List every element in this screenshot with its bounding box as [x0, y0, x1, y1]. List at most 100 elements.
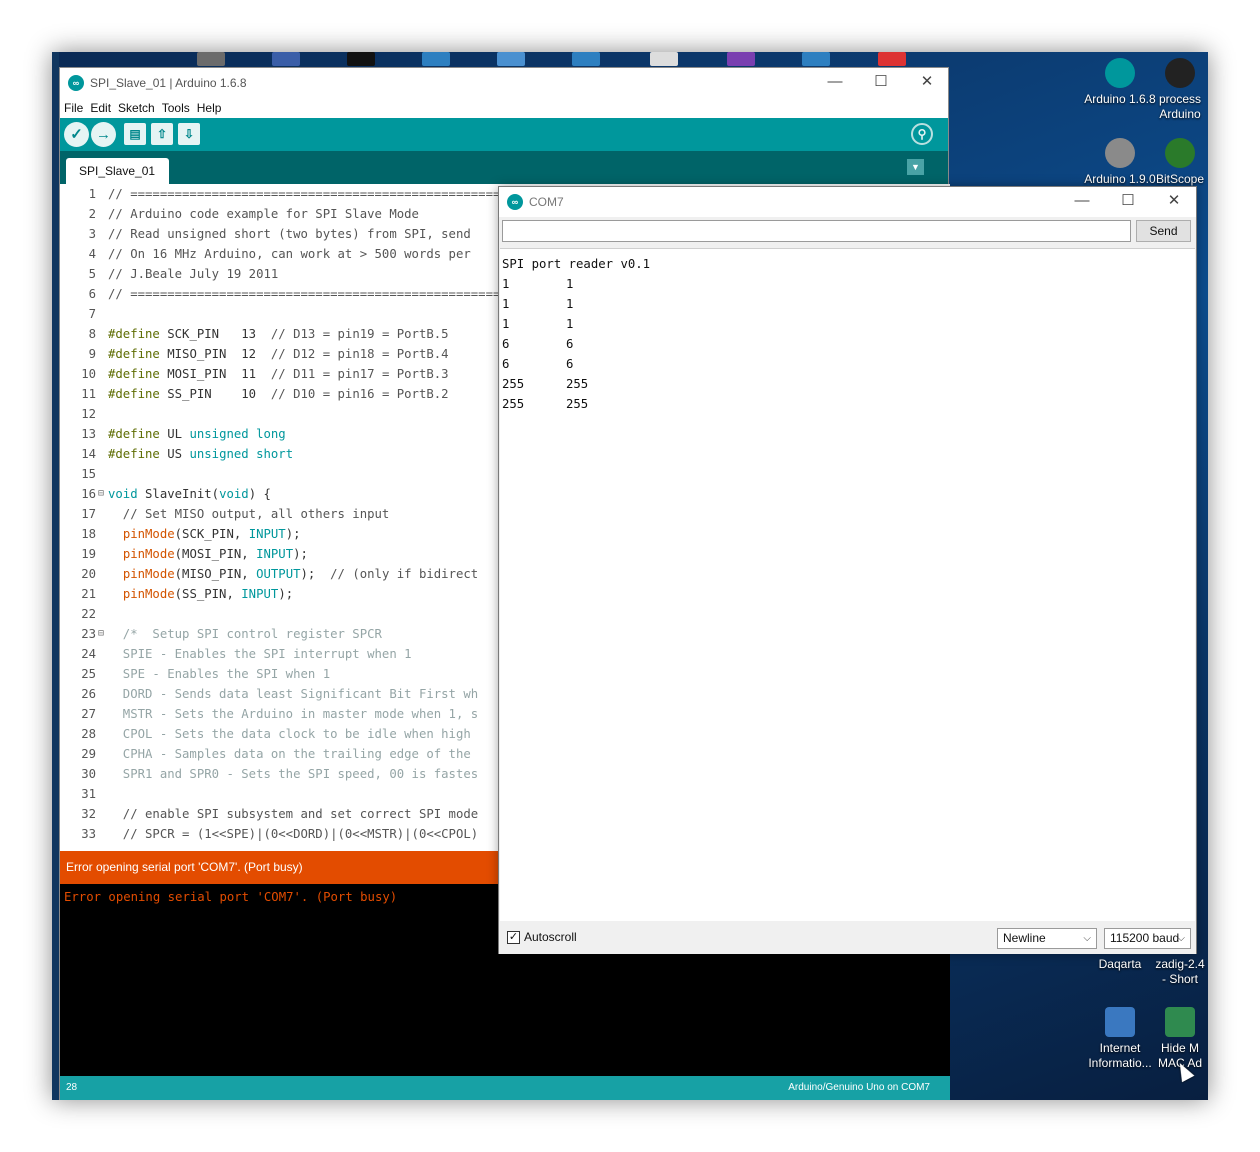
- menu-help[interactable]: Help: [197, 101, 222, 115]
- fold-toggle-icon: [98, 184, 108, 204]
- line-number: 18: [81, 527, 96, 541]
- code-token: MSTR - Sets the Arduino in master mode w…: [108, 707, 479, 721]
- code-token: ) {: [248, 487, 271, 501]
- desktop-icon-bitscope[interactable]: BitScope: [1152, 138, 1208, 187]
- serial-monitor-window: ∞ COM7 — ☐ ✕ Send SPI port reader v0.1 1…: [498, 186, 1197, 954]
- menu-tools[interactable]: Tools: [162, 101, 190, 115]
- desktop-icon-arduino-190[interactable]: Arduino 1.9.0: [1082, 138, 1158, 187]
- taskbar-app-icon[interactable]: [802, 52, 830, 66]
- fold-toggle-icon: [98, 824, 108, 844]
- fold-toggle-icon: [98, 604, 108, 624]
- send-button[interactable]: Send: [1136, 220, 1191, 242]
- taskbar-app-icon[interactable]: [727, 52, 755, 66]
- desktop-icon-zadig[interactable]: zadig-2.4 - Short: [1152, 957, 1208, 987]
- code-token: void: [219, 487, 249, 501]
- serial-send-input[interactable]: [502, 220, 1131, 242]
- desktop-icon-daqarta[interactable]: Daqarta: [1082, 957, 1158, 972]
- serial-output[interactable]: SPI port reader v0.1 1 1 1 1 1 1 6 6 6 6 255 255 255…: [500, 248, 1195, 921]
- desktop-icon-label: Arduino 1.6.8: [1084, 92, 1156, 106]
- code-token: INPUT: [248, 527, 286, 541]
- minimize-button[interactable]: —: [812, 68, 858, 97]
- line-ending-select[interactable]: Newline ⌵: [997, 928, 1097, 949]
- desktop-icon-label: Arduino 1.9.0: [1084, 172, 1156, 186]
- code-token: CPOL - Sets the data clock to be idle wh…: [108, 727, 471, 741]
- menu-sketch[interactable]: Sketch: [118, 101, 155, 115]
- line-number: 27: [81, 707, 96, 721]
- desktop-icon-label: BitScope: [1155, 172, 1205, 186]
- new-sketch-button[interactable]: ▤: [124, 123, 146, 145]
- fold-toggle-icon: [98, 724, 108, 744]
- serial-value-1: 6: [502, 337, 510, 351]
- code-token: // Arduino code example for SPI Slave Mo…: [108, 207, 419, 221]
- serial-header-text: SPI port reader v0.1: [502, 257, 651, 271]
- code-token: (MISO_PIN,: [174, 567, 257, 581]
- line-number: 20: [81, 567, 96, 581]
- send-row: Send: [499, 217, 1196, 247]
- line-number: 11: [81, 387, 96, 401]
- taskbar-app-icon[interactable]: [878, 52, 906, 66]
- desktop-icon-internet-information[interactable]: Internet Informatio...: [1082, 1007, 1158, 1071]
- code-token: MISO_PIN 12: [159, 347, 271, 361]
- taskbar-app-icon[interactable]: [572, 52, 600, 66]
- serial-value-1: 6: [502, 357, 510, 371]
- code-token: unsigned long: [189, 427, 286, 441]
- line-number: 25: [81, 667, 96, 681]
- upload-button[interactable]: →: [91, 122, 116, 147]
- line-number: 4: [88, 247, 96, 261]
- code-token: SlaveInit(: [137, 487, 220, 501]
- serial-monitor-button[interactable]: ⚲: [911, 123, 933, 145]
- line-number: 5: [88, 267, 96, 281]
- iis-icon: [1105, 1007, 1135, 1037]
- line-number: 22: [81, 607, 96, 621]
- fold-toggle-icon: [98, 224, 108, 244]
- menu-file[interactable]: File: [64, 101, 83, 115]
- process-icon: [1165, 58, 1195, 88]
- open-sketch-button[interactable]: ⇧: [151, 123, 173, 145]
- serial-title-bar[interactable]: ∞ COM7 — ☐ ✕: [499, 187, 1196, 217]
- close-button[interactable]: ✕: [904, 68, 950, 97]
- maximize-button[interactable]: ☐: [1105, 187, 1151, 216]
- taskbar-app-icon[interactable]: [650, 52, 678, 66]
- fold-toggle-icon: [98, 684, 108, 704]
- line-number: 1: [88, 187, 96, 201]
- save-sketch-button[interactable]: ⇩: [178, 123, 200, 145]
- ide-status-bar: 28 Arduino/Genuino Uno on COM7: [60, 1076, 950, 1100]
- fold-toggle-icon: [98, 384, 108, 404]
- fold-toggle-icon[interactable]: ⊟: [98, 484, 108, 504]
- taskbar-app-icon[interactable]: [497, 52, 525, 66]
- line-number: 13: [81, 427, 96, 441]
- desktop-icon-process-arduino[interactable]: process Arduino: [1152, 58, 1208, 122]
- taskbar-app-icon[interactable]: [272, 52, 300, 66]
- verify-button[interactable]: ✓: [64, 122, 89, 147]
- code-token: US: [159, 447, 190, 461]
- serial-value-2: 1: [566, 317, 574, 331]
- serial-value-2: 255: [566, 397, 589, 411]
- close-button[interactable]: ✕: [1151, 187, 1197, 216]
- desktop-icon-label: Internet Informatio...: [1088, 1041, 1152, 1070]
- minimize-button[interactable]: —: [1059, 187, 1105, 216]
- ide-title-bar[interactable]: ∞ SPI_Slave_01 | Arduino 1.6.8 — ☐ ✕: [60, 68, 948, 97]
- serial-value-1: 255: [502, 377, 525, 391]
- desktop-icon-arduino-168[interactable]: Arduino 1.6.8: [1082, 58, 1158, 107]
- code-token: // =====================================…: [108, 187, 501, 201]
- line-ending-value: Newline: [1003, 931, 1046, 945]
- fold-toggle-icon: [98, 284, 108, 304]
- maximize-button[interactable]: ☐: [858, 68, 904, 97]
- serial-value-1: 1: [502, 277, 510, 291]
- ide-toolbar: ✓ → ▤ ⇧ ⇩ ⚲: [60, 118, 948, 151]
- code-token: INPUT: [256, 547, 294, 561]
- taskbar-app-icon[interactable]: [347, 52, 375, 66]
- menu-edit[interactable]: Edit: [90, 101, 111, 115]
- line-number: 12: [81, 407, 96, 421]
- desktop-icon-hide-mac[interactable]: Hide M MAC Ad: [1152, 1007, 1208, 1071]
- fold-toggle-icon[interactable]: ⊟: [98, 624, 108, 644]
- line-number: 28: [81, 727, 96, 741]
- taskbar-app-icon[interactable]: [422, 52, 450, 66]
- baud-rate-select[interactable]: 115200 baud ⌵: [1104, 928, 1191, 949]
- tab-menu-button[interactable]: ▼: [907, 159, 924, 175]
- autoscroll-checkbox[interactable]: ✓: [507, 931, 520, 944]
- taskbar-app-icon[interactable]: [197, 52, 225, 66]
- tab-spi-slave-01[interactable]: SPI_Slave_01: [66, 158, 169, 184]
